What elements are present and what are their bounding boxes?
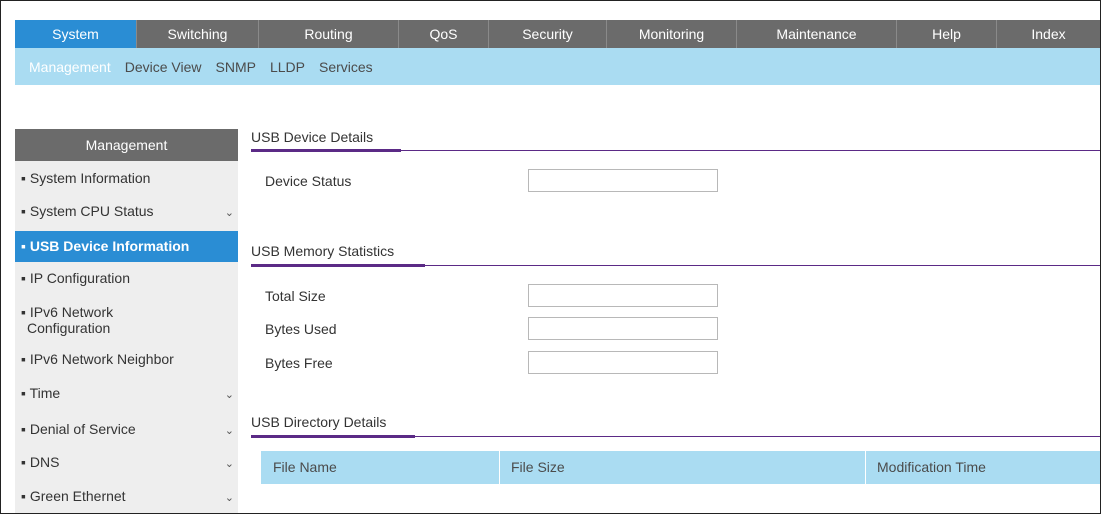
sidebar-item-label: ▪ DNS [21, 454, 60, 470]
subnav-lldp[interactable]: LLDP [263, 59, 312, 75]
tab-system[interactable]: System [15, 20, 137, 48]
device-status-label: Device Status [265, 173, 352, 189]
subnav-snmp[interactable]: SNMP [209, 59, 263, 75]
device-status-field[interactable] [528, 169, 718, 192]
top-nav: System Switching Routing QoS Security Mo… [15, 20, 1100, 48]
subnav-services[interactable]: Services [312, 59, 380, 75]
sidebar-item-system-information[interactable]: ▪ System Information [15, 170, 238, 186]
subnav-device-view[interactable]: Device View [118, 59, 209, 75]
section-divider [251, 435, 1100, 438]
app-frame: System Switching Routing QoS Security Mo… [0, 0, 1101, 514]
sidebar-item-label-line2: Configuration [27, 320, 111, 336]
tab-switching[interactable]: Switching [137, 20, 259, 48]
chevron-down-icon[interactable]: ⌄ [225, 388, 234, 401]
sidebar-item-ipv6-network-neighbor[interactable]: ▪ IPv6 Network Neighbor [15, 351, 238, 367]
sidebar-item-usb-device-information[interactable]: ▪ USB Device Information [15, 231, 238, 262]
column-header-modification-time[interactable]: Modification Time [865, 451, 1100, 484]
tab-monitoring[interactable]: Monitoring [607, 20, 737, 48]
tab-maintenance[interactable]: Maintenance [737, 20, 897, 48]
tab-index[interactable]: Index [997, 20, 1100, 48]
tab-security[interactable]: Security [489, 20, 607, 48]
tab-routing[interactable]: Routing [259, 20, 399, 48]
sidebar-item-time[interactable]: ▪ Time ⌄ [15, 385, 238, 401]
sidebar-item-label: ▪ IP Configuration [21, 270, 130, 286]
sidebar-item-ip-configuration[interactable]: ▪ IP Configuration [15, 270, 238, 286]
section-title-usb-memory-statistics: USB Memory Statistics [251, 243, 395, 259]
total-size-field[interactable] [528, 284, 718, 307]
sidebar-item-label: ▪ Time [21, 385, 61, 401]
total-size-label: Total Size [265, 288, 326, 304]
chevron-down-icon[interactable]: ⌄ [225, 424, 234, 437]
chevron-down-icon[interactable]: ⌄ [225, 457, 234, 470]
sidebar-item-label: ▪ System Information [21, 170, 151, 186]
section-title-usb-directory-details: USB Directory Details [251, 414, 387, 430]
column-header-file-size[interactable]: File Size [499, 451, 865, 484]
column-header-file-name[interactable]: File Name [261, 451, 499, 484]
sidebar-item-label: ▪ IPv6 Network [21, 304, 114, 320]
bytes-used-field[interactable] [528, 317, 718, 340]
sidebar: Management ▪ System Information ▪ System… [15, 129, 238, 513]
sidebar-item-label: ▪ System CPU Status [21, 203, 154, 219]
directory-table-header: File Name File Size Modification Time [261, 451, 1100, 484]
sidebar-item-label: ▪ IPv6 Network Neighbor [21, 351, 174, 367]
sidebar-item-label: ▪ USB Device Information [21, 238, 190, 254]
section-divider [251, 264, 1100, 267]
sidebar-item-label: ▪ Denial of Service [21, 421, 136, 437]
sidebar-item-green-ethernet[interactable]: ▪ Green Ethernet ⌄ [15, 488, 238, 504]
bytes-used-label: Bytes Used [265, 321, 337, 337]
tab-help[interactable]: Help [897, 20, 997, 48]
sidebar-item-dns[interactable]: ▪ DNS ⌄ [15, 454, 238, 470]
bytes-free-field[interactable] [528, 351, 718, 374]
chevron-down-icon[interactable]: ⌄ [225, 206, 234, 219]
sidebar-item-system-cpu-status[interactable]: ▪ System CPU Status ⌄ [15, 203, 238, 219]
tab-qos[interactable]: QoS [399, 20, 489, 48]
section-divider [251, 149, 1100, 152]
sidebar-title: Management [15, 129, 238, 161]
subnav-management[interactable]: Management [15, 59, 118, 75]
section-title-usb-device-details: USB Device Details [251, 129, 374, 145]
sidebar-item-denial-of-service[interactable]: ▪ Denial of Service ⌄ [15, 421, 238, 437]
sidebar-item-ipv6-network-configuration[interactable]: ▪ IPv6 Network Configuration [15, 304, 238, 336]
chevron-down-icon[interactable]: ⌄ [225, 491, 234, 504]
sub-nav: Management Device View SNMP LLDP Service… [15, 48, 1100, 85]
bytes-free-label: Bytes Free [265, 355, 333, 371]
sidebar-item-label: ▪ Green Ethernet [21, 488, 126, 504]
